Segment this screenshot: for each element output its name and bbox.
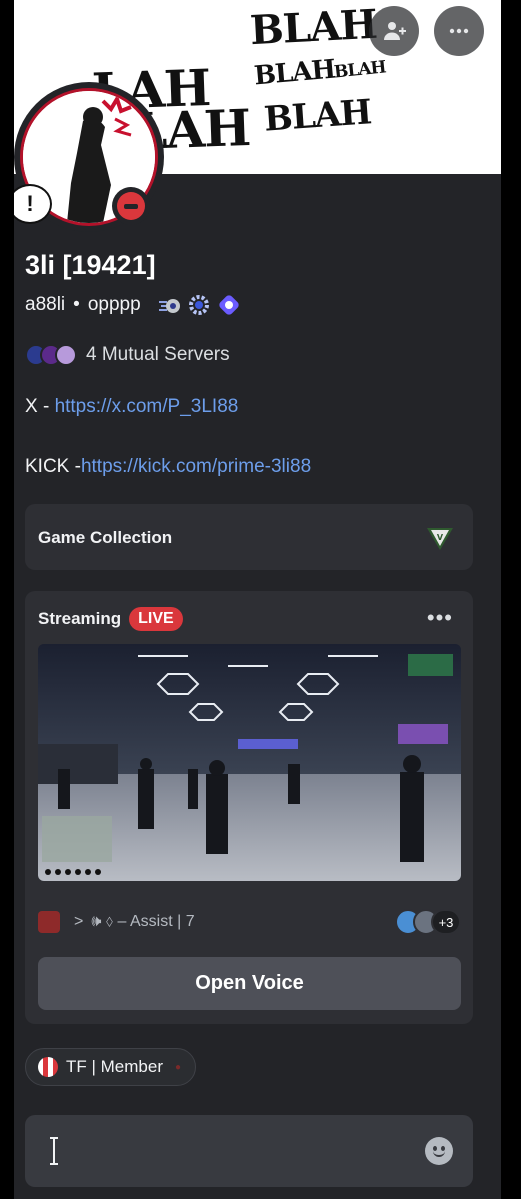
mutual-server-icons — [25, 344, 77, 366]
server-avatar — [55, 344, 77, 366]
banner-text: BLAH — [248, 0, 378, 55]
stream-more-button[interactable]: ••• — [427, 605, 453, 631]
role-icon — [38, 1057, 58, 1077]
badge-list — [157, 293, 241, 317]
text-cursor — [50, 1137, 58, 1165]
username[interactable]: a88li — [25, 294, 65, 316]
pronouns: opppp — [87, 294, 141, 315]
display-name: 3li [19421] — [25, 250, 156, 280]
gta-v-icon: V — [427, 528, 453, 550]
role-label: TF | Member — [66, 1057, 163, 1076]
dnd-icon — [117, 192, 145, 220]
banner-text: BLAH — [252, 54, 337, 92]
bio-kick-link[interactable]: https://kick.com/prime-3li88 — [81, 456, 311, 477]
role-color-dot: ● — [174, 1061, 182, 1073]
game-collection-card[interactable]: Game Collection V — [25, 504, 473, 570]
voice-channel-name: 🕪 ⬨ – Assist | 7 — [91, 913, 195, 930]
bio-x-prefix: X - — [25, 396, 55, 417]
banner-text: BLAH — [333, 57, 387, 83]
mutual-servers[interactable]: 4 Mutual Servers — [25, 344, 230, 366]
more-button[interactable] — [434, 6, 484, 56]
voice-channel-row[interactable]: > 🕪 ⬨ – Assist | 7 +3 — [38, 909, 461, 935]
status-indicator — [112, 187, 150, 225]
streaming-card: Streaming LIVE ••• > 🕪 ⬨ – Assist | 7 +3… — [25, 591, 473, 1024]
bio-x-line: X - https://x.com/P_3LI88 — [25, 396, 238, 418]
bio-kick-line: KICK -https://kick.com/prime-3li88 — [25, 456, 311, 478]
bio-x-link[interactable]: https://x.com/P_3LI88 — [55, 396, 239, 417]
nitro-badge-icon[interactable] — [157, 293, 181, 317]
message-input[interactable] — [25, 1115, 473, 1187]
live-badge: LIVE — [129, 607, 183, 631]
game-collection-title: Game Collection — [38, 528, 173, 547]
username-row: a88li • opppp — [25, 293, 241, 317]
chevron-right-icon: > — [74, 913, 84, 930]
avatar-container[interactable]: ! — [14, 82, 164, 232]
streaming-header: Streaming LIVE — [38, 607, 183, 631]
banner-text: BLAH — [262, 92, 373, 140]
stream-preview[interactable] — [38, 644, 461, 881]
emoji-icon[interactable] — [425, 1137, 453, 1165]
mutual-servers-label: 4 Mutual Servers — [86, 344, 230, 365]
add-friend-icon — [384, 22, 406, 40]
server-icon — [38, 911, 60, 933]
quest-badge-icon[interactable] — [217, 293, 241, 317]
svg-text:V: V — [437, 533, 444, 542]
stream-thumbnail-image — [38, 644, 461, 881]
open-voice-button[interactable]: Open Voice — [38, 957, 461, 1010]
participant-count: +3 — [431, 909, 461, 935]
speech-bubble: ! — [14, 184, 52, 224]
streaming-title: Streaming — [38, 609, 122, 628]
separator: • — [73, 294, 80, 315]
role-pill[interactable]: TF | Member ● — [25, 1048, 197, 1086]
bio-kick-prefix: KICK - — [25, 456, 81, 477]
voice-participants[interactable]: +3 — [395, 909, 461, 935]
more-icon — [449, 28, 469, 34]
boost-badge-icon[interactable] — [187, 293, 211, 317]
add-friend-button[interactable] — [369, 6, 419, 56]
profile-popout: BLAH LAH BLAH BLAH LAH BLAH ! 3li [19421… — [14, 0, 501, 1199]
